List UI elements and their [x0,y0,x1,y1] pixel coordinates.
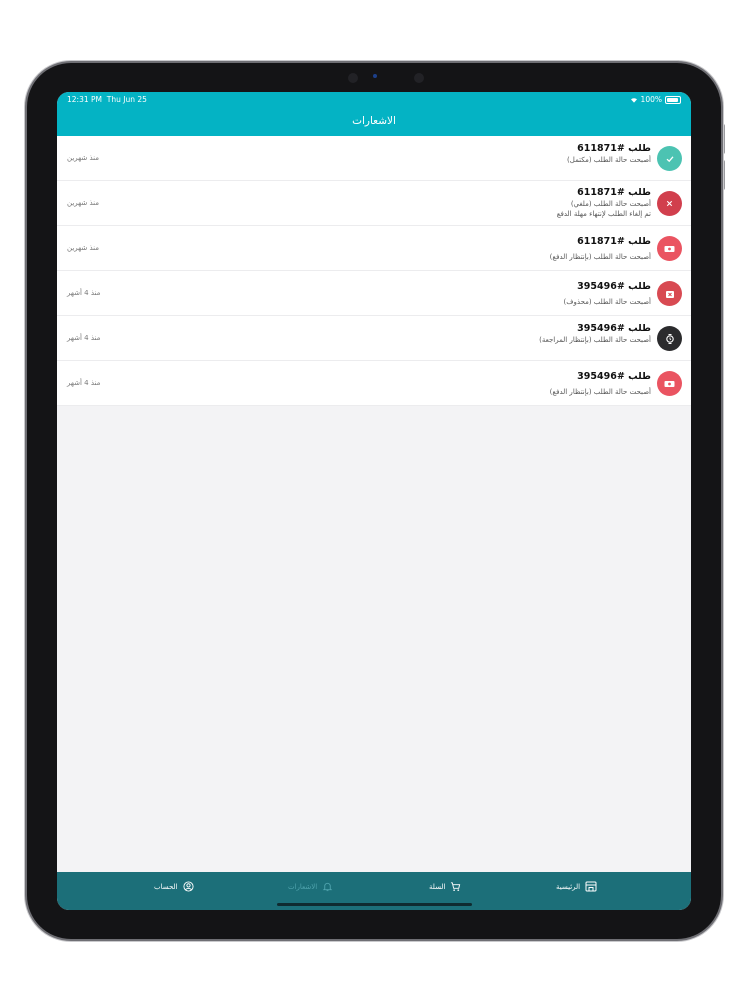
tab-bar: الحساب الاشعارات السلة الرئيسية [57,872,691,910]
notification-title: طلب #395496 [577,371,651,382]
notification-subtitle: أصبحت حالة الطلب (ملغي) [570,200,651,208]
tab-account[interactable]: الحساب [154,881,194,892]
close-icon [657,191,682,216]
notification-subtitle: أصبحت حالة الطلب (محذوف) [563,298,651,306]
volume-down-button [721,160,725,190]
notification-time: منذ شهرين [67,244,99,252]
tab-label: الحساب [154,882,178,891]
home-indicator[interactable] [277,903,472,906]
tab-label: الاشعارات [288,882,318,891]
tab-cart[interactable]: السلة [429,881,461,892]
notification-title: طلب #611871 [577,236,651,247]
clock-icon [657,326,682,351]
notification-text: طلب #611871 أصبحت حالة الطلب (مكتمل) [567,143,651,165]
status-right: 100% [630,95,681,104]
status-clock: 12:31 PM Thu Jun 25 [67,95,147,104]
notification-text: طلب #395496 أصبحت حالة الطلب (محذوف) [564,281,651,307]
account-icon [183,881,194,892]
battery-icon [665,95,681,104]
money-icon [657,371,682,396]
notification-item[interactable]: طلب #395496 أصبحت حالة الطلب (بإنتظار ال… [57,361,691,406]
money-icon [657,236,682,261]
wifi-icon [630,97,637,103]
tab-home[interactable]: الرئيسية [556,881,597,892]
sensor-icon [414,73,424,83]
tab-label: السلة [429,882,446,891]
tab-label: الرئيسية [556,882,581,891]
status-time: 12:31 PM [67,95,102,104]
notification-title: طلب #611871 [577,143,651,154]
sensor-icon [348,73,358,83]
notification-subtitle: أصبحت حالة الطلب (بإنتظار المراجعة) [539,336,651,344]
check-icon [657,146,682,171]
page-title: الاشعارات [352,115,396,127]
notification-item[interactable]: طلب #611871 أصبحت حالة الطلب (ملغي) تم إ… [57,181,691,226]
notification-item[interactable]: طلب #611871 أصبحت حالة الطلب (بإنتظار ال… [57,226,691,271]
notification-item[interactable]: طلب #395496 أصبحت حالة الطلب (بإنتظار ال… [57,316,691,361]
notification-text: طلب #395496 أصبحت حالة الطلب (بإنتظار ال… [539,323,651,345]
notification-list[interactable]: طلب #611871 أصبحت حالة الطلب (مكتمل) منذ… [57,136,691,406]
volume-up-button [721,124,725,154]
trash-icon [657,281,682,306]
app-screen: 12:31 PM Thu Jun 25 100% الاشعارات طلب #… [57,92,691,910]
notification-title: طلب #611871 [577,187,651,198]
store-icon [585,881,597,892]
battery-percent: 100% [640,95,662,104]
notification-title: طلب #395496 [577,323,651,334]
notification-subtitle: أصبحت حالة الطلب (بإنتظار الدفع) [549,253,651,261]
notification-subtitle: أصبحت حالة الطلب (بإنتظار الدفع) [549,388,651,396]
notification-item[interactable]: طلب #611871 أصبحت حالة الطلب (مكتمل) منذ… [57,136,691,181]
notification-title: طلب #395496 [577,281,651,292]
notification-note: تم إلغاء الطلب لإنتهاء مهلة الدفع [556,210,651,218]
notification-text: طلب #611871 أصبحت حالة الطلب (ملغي) تم إ… [557,187,651,219]
notification-item[interactable]: طلب #395496 أصبحت حالة الطلب (محذوف) منذ… [57,271,691,316]
notification-time: منذ شهرين [67,154,99,162]
notification-time: منذ 4 أشهر [67,289,101,297]
notification-subtitle: أصبحت حالة الطلب (مكتمل) [567,156,651,164]
header-bar: 12:31 PM Thu Jun 25 100% الاشعارات [57,92,691,136]
cart-icon [451,882,461,891]
notification-time: منذ 4 أشهر [67,334,101,342]
camera-icon [373,74,377,78]
notification-text: طلب #611871 أصبحت حالة الطلب (بإنتظار ال… [550,236,651,262]
status-date: Thu Jun 25 [106,95,147,104]
notification-time: منذ شهرين [67,199,99,207]
notification-text: طلب #395496 أصبحت حالة الطلب (بإنتظار ال… [550,371,651,397]
notification-time: منذ 4 أشهر [67,379,101,387]
bell-icon [322,882,333,892]
tab-notifications[interactable]: الاشعارات [288,881,333,892]
